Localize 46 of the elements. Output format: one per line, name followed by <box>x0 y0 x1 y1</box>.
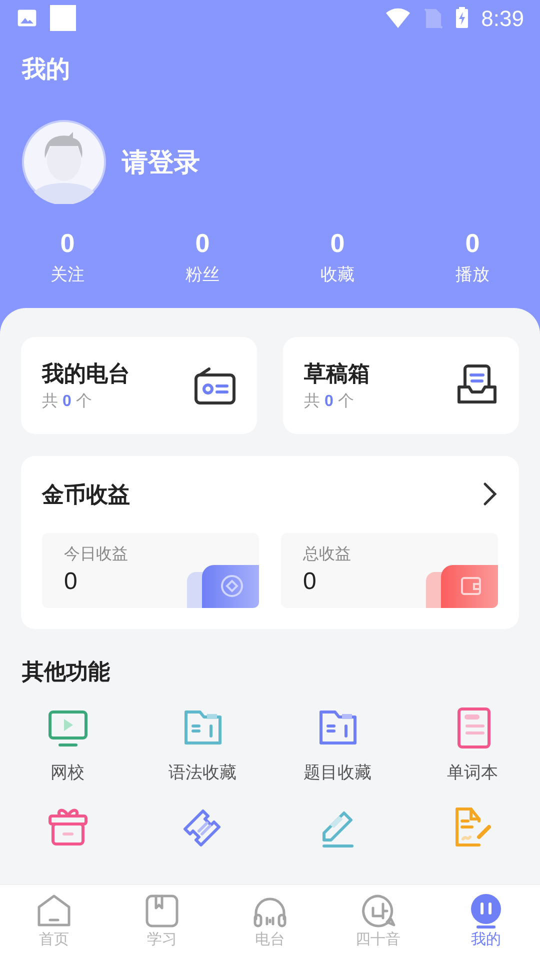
feature-label[interactable]: 语法收藏 <box>168 760 236 785</box>
feature-label[interactable]: 单词本 <box>447 760 498 785</box>
tab[interactable]: 四十音 <box>324 885 432 960</box>
earnings-label: 总收益 <box>303 544 351 564</box>
notification-icon <box>50 5 76 31</box>
section-title: 金币收益 <box>42 480 130 508</box>
earnings-value: 0 <box>64 566 78 596</box>
earnings-tile[interactable]: 总收益 0 <box>281 532 498 608</box>
face-icon <box>468 893 504 929</box>
coin-icon <box>187 564 259 608</box>
chevron-right-icon[interactable] <box>482 481 498 507</box>
summary-card[interactable]: 草稿箱 共 0 个 <box>283 336 519 434</box>
wifi-icon <box>385 7 412 29</box>
home-icon <box>36 893 72 929</box>
stat-label[interactable]: 粉丝 <box>186 262 220 288</box>
earnings-tile[interactable]: 今日收益 0 <box>42 532 259 608</box>
tab[interactable]: 电台 <box>216 885 324 960</box>
stat-label[interactable]: 播放 <box>456 262 490 288</box>
speech-bubble-icon <box>360 893 396 929</box>
card-count: 共 0 个 <box>42 392 93 412</box>
tab[interactable]: 学习 <box>108 885 216 960</box>
login-prompt[interactable]: 请登录 <box>122 142 200 182</box>
earnings-value: 0 <box>303 566 316 596</box>
stat-value: 0 <box>195 227 210 260</box>
wallet-icon <box>426 564 498 608</box>
stat-value: 0 <box>465 227 480 260</box>
stat-value: 0 <box>60 227 75 260</box>
status-time: 8:39 <box>481 4 524 32</box>
summary-card[interactable]: 我的电台 共 0 个 <box>21 336 257 434</box>
stat-label[interactable]: 关注 <box>50 262 84 288</box>
book-icon <box>144 893 180 929</box>
earnings-label: 今日收益 <box>64 544 128 564</box>
page-title: 我的 <box>22 56 70 83</box>
feature-label[interactable]: 题目收藏 <box>304 760 372 785</box>
no-sim-icon <box>423 7 444 29</box>
stat-label[interactable]: 收藏 <box>320 262 354 288</box>
card-title: 我的电台 <box>42 360 130 388</box>
image-icon <box>16 7 38 29</box>
section-title: 其他功能 <box>22 658 110 684</box>
stat-value: 0 <box>330 227 345 260</box>
tab[interactable]: 我的 <box>432 885 540 960</box>
card-title: 草稿箱 <box>304 360 370 388</box>
feature-label[interactable]: 网校 <box>50 760 84 785</box>
battery-icon <box>455 7 470 29</box>
tab[interactable]: 首页 <box>0 885 108 960</box>
card-count: 共 0 个 <box>304 392 355 412</box>
